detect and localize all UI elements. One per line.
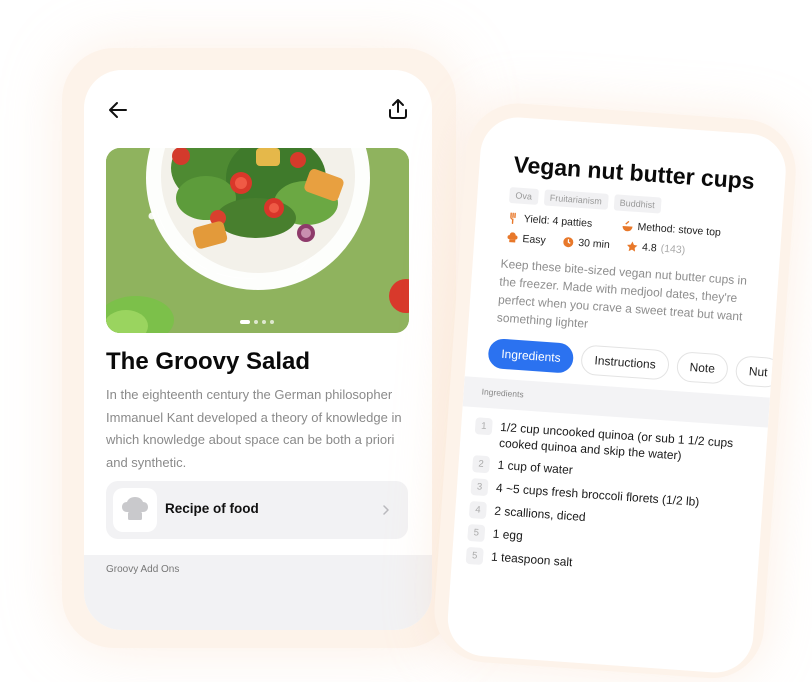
back-button[interactable] xyxy=(106,98,130,122)
recipe-title: The Groovy Salad xyxy=(106,348,311,375)
tab-ingredients[interactable]: Ingredients xyxy=(487,337,575,374)
clock-icon xyxy=(563,237,574,248)
recipe-description: Keep these bite-sized vegan nut butter c… xyxy=(496,256,748,331)
chef-hat-icon xyxy=(113,488,157,532)
share-button[interactable] xyxy=(386,97,410,121)
method-text: Method: stove top xyxy=(637,221,722,239)
carousel-dot[interactable] xyxy=(262,320,266,324)
ingredient-text: 1 cup of water xyxy=(497,457,574,478)
time-text: 30 min xyxy=(577,236,611,252)
share-icon xyxy=(389,99,407,119)
time-info: 30 min xyxy=(562,236,610,251)
rating-info: 4.8 (143) xyxy=(626,240,686,256)
ingredient-number: 5 xyxy=(465,546,484,566)
add-ons-section: Groovy Add Ons xyxy=(84,555,432,630)
diet-tag[interactable]: Buddhist xyxy=(613,194,662,214)
ingredient-number: 2 xyxy=(472,455,491,474)
ingredient-number: 1 xyxy=(474,417,493,436)
ingredient-text: 1 egg xyxy=(492,526,524,543)
salad-bowl-illustration xyxy=(106,148,409,333)
ingredient-text: 2 scallions, diced xyxy=(493,503,587,525)
method-info: Method: stove top xyxy=(621,220,721,239)
ingredient-number: 5 xyxy=(467,523,486,543)
carousel-dot[interactable] xyxy=(270,320,274,324)
yield-text: Yield: 4 patties xyxy=(523,213,593,230)
star-icon xyxy=(627,241,638,252)
tab-note[interactable]: Note xyxy=(675,351,729,385)
salad-hero-image[interactable] xyxy=(106,148,409,333)
recipe-row-label: Recipe of food xyxy=(165,501,259,516)
carousel-dot[interactable] xyxy=(254,320,258,324)
rating-count: (143) xyxy=(660,242,686,257)
recipe-of-food-row[interactable]: Recipe of food xyxy=(106,481,408,539)
bowl-icon xyxy=(622,220,633,232)
rating-value: 4.8 xyxy=(641,241,658,255)
chef-hat-icon xyxy=(507,232,518,243)
recipe-description: In the eighteenth century the German phi… xyxy=(106,387,402,470)
carousel-dot[interactable] xyxy=(240,320,250,324)
yield-info: Yield: 4 patties xyxy=(507,212,593,230)
phone-frame-right: Vegan nut butter cups Ova Fruitarianism … xyxy=(430,100,809,682)
salad-detail-screen: The Groovy Salad In the eighteenth centu… xyxy=(84,70,432,630)
ingredients-header-label: Ingredients xyxy=(481,386,525,400)
carousel-dots[interactable] xyxy=(240,320,274,324)
difficulty-text: Easy xyxy=(522,233,547,247)
ingredient-text: 1 teaspoon salt xyxy=(490,549,573,570)
fork-icon xyxy=(510,212,516,224)
diet-tags: Ova Fruitarianism Buddhist xyxy=(508,187,662,214)
ingredients-list: 1 1/2 cup uncooked quinoa (or sub 1 1/2 … xyxy=(465,417,760,590)
nut-butter-recipe-screen: Vegan nut butter cups Ova Fruitarianism … xyxy=(445,114,789,675)
diet-tag[interactable]: Fruitarianism xyxy=(543,189,609,210)
chevron-right-icon xyxy=(383,505,389,515)
ingredient-number: 4 xyxy=(468,500,487,520)
recipe-title: Vegan nut butter cups xyxy=(512,151,756,195)
ingredient-number: 3 xyxy=(470,478,489,497)
difficulty-info: Easy xyxy=(506,232,546,247)
arrow-left-icon xyxy=(109,102,127,118)
add-ons-label: Groovy Add Ons xyxy=(106,564,180,575)
tab-instructions[interactable]: Instructions xyxy=(580,344,670,381)
diet-tag[interactable]: Ova xyxy=(508,187,539,205)
